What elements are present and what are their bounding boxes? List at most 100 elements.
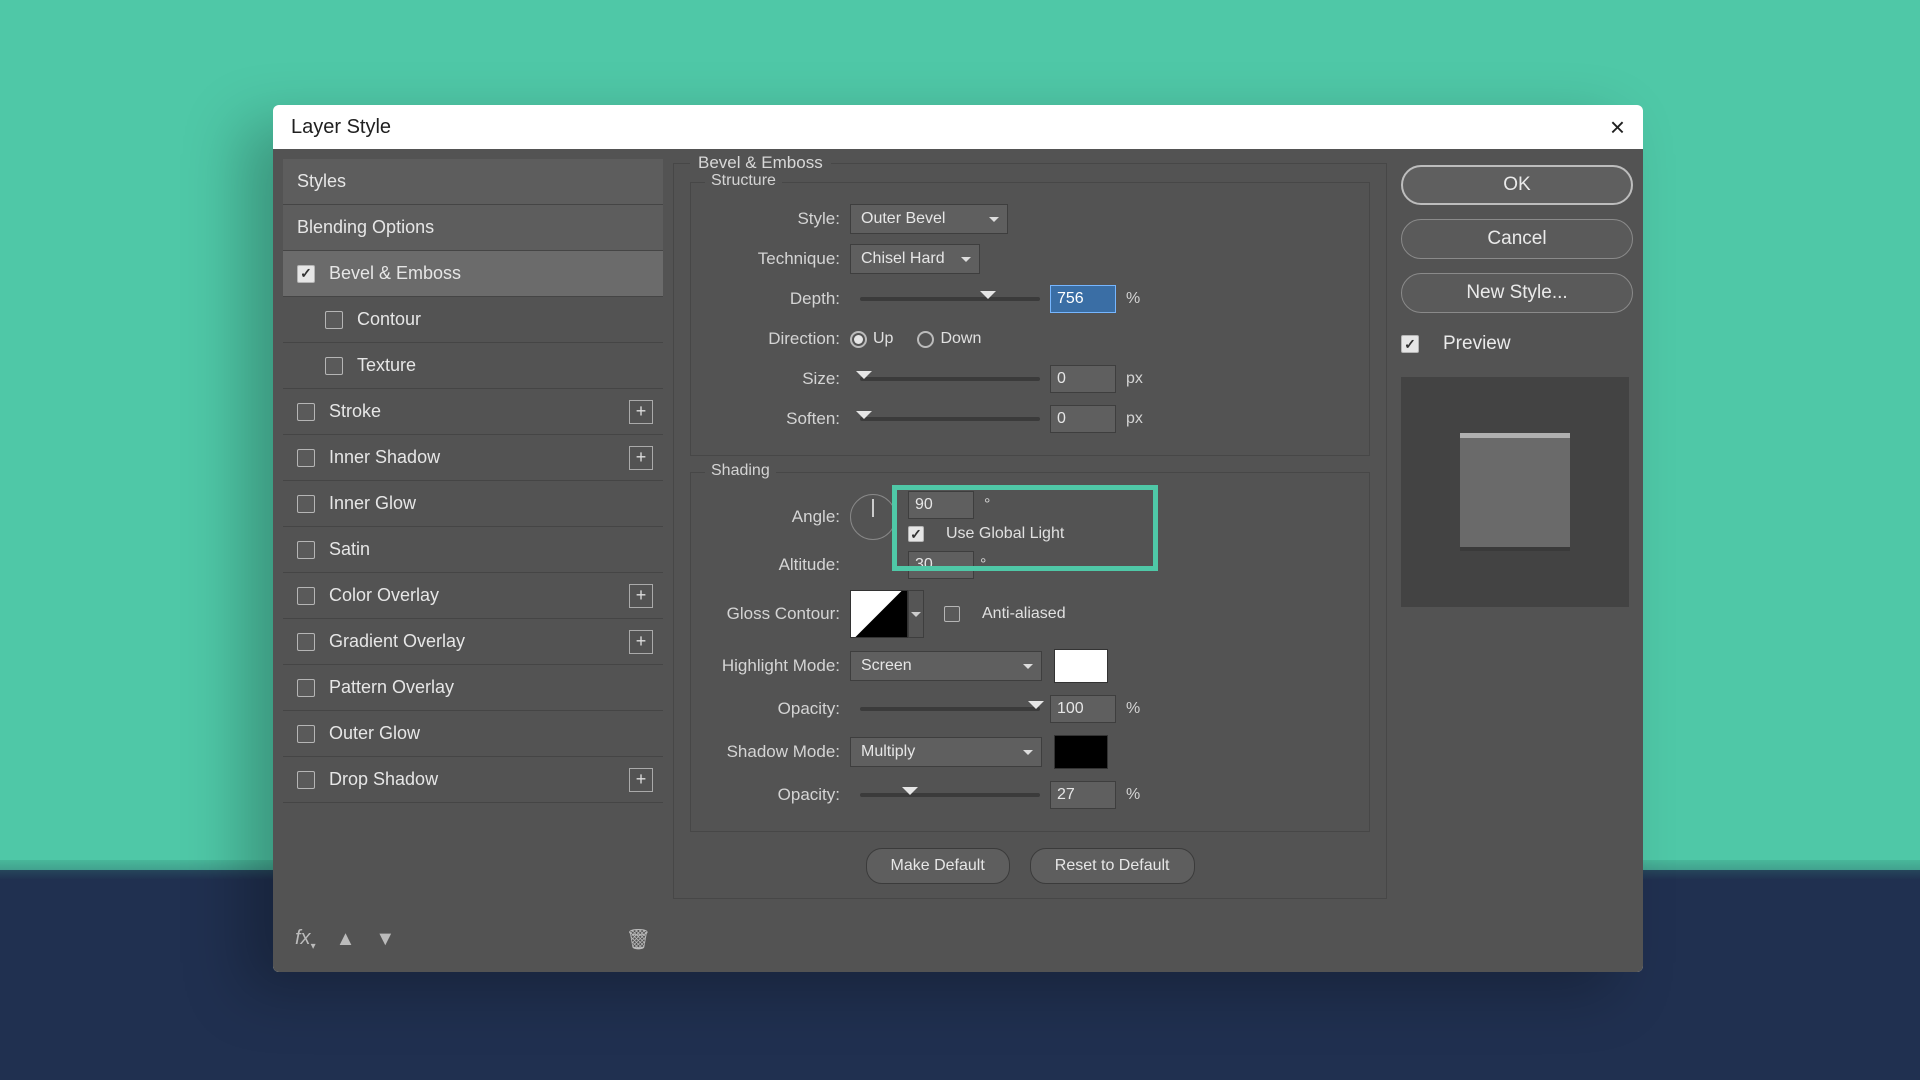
direction-label: Direction:	[705, 329, 850, 349]
altitude-input[interactable]	[908, 551, 974, 579]
fx-menu-icon[interactable]: fx▾	[295, 927, 316, 952]
angle-input[interactable]	[908, 491, 974, 519]
sidebar-item-contour[interactable]: Contour	[283, 297, 663, 343]
checkbox-icon[interactable]	[325, 311, 343, 329]
sidebar-item-drop-shadow[interactable]: Drop Shadow +	[283, 757, 663, 803]
blending-options-item[interactable]: Blending Options	[283, 205, 663, 251]
direction-up-label: Up	[873, 330, 893, 348]
trash-icon[interactable]: 🗑	[626, 927, 651, 952]
checkbox-icon[interactable]	[297, 771, 315, 789]
soften-input[interactable]	[1050, 405, 1116, 433]
highlight-color-swatch[interactable]	[1054, 649, 1108, 683]
shading-group: Shading Angle: °	[690, 472, 1370, 832]
shading-title: Shading	[705, 462, 776, 480]
checkbox-icon[interactable]	[297, 449, 315, 467]
shadow-opacity-slider[interactable]	[860, 793, 1040, 797]
angle-label: Angle:	[705, 507, 850, 527]
shadow-color-swatch[interactable]	[1054, 735, 1108, 769]
checkbox-icon[interactable]	[297, 633, 315, 651]
styles-header-label: Styles	[297, 171, 346, 192]
sidebar-item-bevel-emboss[interactable]: Bevel & Emboss	[283, 251, 663, 297]
style-dropdown[interactable]: Outer Bevel	[850, 204, 1008, 234]
sidebar-item-texture[interactable]: Texture	[283, 343, 663, 389]
highlight-opacity-input[interactable]	[1050, 695, 1116, 723]
size-input[interactable]	[1050, 365, 1116, 393]
sidebar-item-label: Satin	[329, 539, 370, 560]
sidebar-item-label: Gradient Overlay	[329, 631, 465, 652]
direction-down-label: Down	[940, 330, 981, 348]
cancel-button[interactable]: Cancel	[1401, 219, 1633, 259]
size-label: Size:	[705, 369, 850, 389]
technique-dropdown[interactable]: Chisel Hard	[850, 244, 980, 274]
shadow-opacity-unit: %	[1126, 786, 1140, 804]
sidebar-item-color-overlay[interactable]: Color Overlay +	[283, 573, 663, 619]
size-slider[interactable]	[860, 377, 1040, 381]
panel-title: Bevel & Emboss	[690, 153, 831, 173]
gloss-contour-swatch[interactable]	[850, 590, 908, 638]
highlight-mode-value: Screen	[861, 657, 912, 675]
direction-down-radio[interactable]	[917, 331, 934, 348]
shadow-mode-dropdown[interactable]: Multiply	[850, 737, 1042, 767]
ok-button[interactable]: OK	[1401, 165, 1633, 205]
sidebar-item-gradient-overlay[interactable]: Gradient Overlay +	[283, 619, 663, 665]
shadow-opacity-input[interactable]	[1050, 781, 1116, 809]
highlight-opacity-slider[interactable]	[860, 707, 1040, 711]
sidebar-item-stroke[interactable]: Stroke +	[283, 389, 663, 435]
checkbox-icon[interactable]	[297, 587, 315, 605]
sidebar-item-inner-glow[interactable]: Inner Glow	[283, 481, 663, 527]
soften-slider[interactable]	[860, 417, 1040, 421]
checkbox-icon[interactable]	[297, 495, 315, 513]
highlight-mode-dropdown[interactable]: Screen	[850, 651, 1042, 681]
sidebar-item-inner-shadow[interactable]: Inner Shadow +	[283, 435, 663, 481]
checkbox-icon[interactable]	[325, 357, 343, 375]
depth-input[interactable]	[1050, 285, 1116, 313]
sidebar-item-outer-glow[interactable]: Outer Glow	[283, 711, 663, 757]
sidebar: Styles Blending Options Bevel & Emboss C…	[283, 159, 663, 962]
add-effect-icon[interactable]: +	[629, 446, 653, 470]
bevel-emboss-fieldset: Bevel & Emboss Structure Style: Outer Be…	[673, 163, 1387, 899]
preview-thumbnail	[1460, 433, 1570, 551]
dialog-title: Layer Style	[291, 116, 391, 139]
move-down-icon[interactable]: ▼	[375, 928, 395, 951]
checkbox-icon[interactable]	[297, 725, 315, 743]
checkbox-icon[interactable]	[297, 541, 315, 559]
direction-up-radio[interactable]	[850, 331, 867, 348]
move-up-icon[interactable]: ▲	[336, 928, 356, 951]
sidebar-item-pattern-overlay[interactable]: Pattern Overlay	[283, 665, 663, 711]
checkbox-icon[interactable]	[297, 265, 315, 283]
size-unit: px	[1126, 370, 1143, 388]
gloss-contour-label: Gloss Contour:	[705, 604, 850, 624]
angle-dial[interactable]	[850, 494, 896, 540]
antialiased-checkbox[interactable]	[944, 606, 960, 622]
sidebar-item-label: Outer Glow	[329, 723, 420, 744]
styles-header[interactable]: Styles	[283, 159, 663, 205]
sidebar-item-satin[interactable]: Satin	[283, 527, 663, 573]
checkbox-icon[interactable]	[297, 679, 315, 697]
preview-checkbox[interactable]	[1401, 335, 1419, 353]
add-effect-icon[interactable]: +	[629, 584, 653, 608]
highlight-opacity-label: Opacity:	[705, 699, 850, 719]
global-light-label: Use Global Light	[946, 525, 1064, 543]
depth-slider[interactable]	[860, 297, 1040, 301]
shadow-opacity-label: Opacity:	[705, 785, 850, 805]
antialiased-label: Anti-aliased	[982, 605, 1066, 623]
soften-unit: px	[1126, 410, 1143, 428]
technique-value: Chisel Hard	[861, 250, 945, 268]
global-light-checkbox[interactable]	[908, 526, 924, 542]
angle-unit: °	[984, 496, 990, 514]
style-value: Outer Bevel	[861, 210, 945, 228]
new-style-button[interactable]: New Style...	[1401, 273, 1633, 313]
add-effect-icon[interactable]: +	[629, 630, 653, 654]
add-effect-icon[interactable]: +	[629, 400, 653, 424]
close-icon[interactable]: ×	[1610, 112, 1625, 143]
add-effect-icon[interactable]: +	[629, 768, 653, 792]
reset-default-button[interactable]: Reset to Default	[1030, 848, 1195, 884]
dialog-titlebar: Layer Style ×	[273, 105, 1643, 149]
sidebar-item-label: Pattern Overlay	[329, 677, 454, 698]
soften-label: Soften:	[705, 409, 850, 429]
checkbox-icon[interactable]	[297, 403, 315, 421]
make-default-button[interactable]: Make Default	[866, 848, 1010, 884]
gloss-contour-dropdown[interactable]	[908, 590, 924, 638]
style-list: Styles Blending Options Bevel & Emboss C…	[283, 159, 663, 916]
sidebar-footer: fx▾ ▲ ▼ 🗑	[283, 916, 663, 962]
